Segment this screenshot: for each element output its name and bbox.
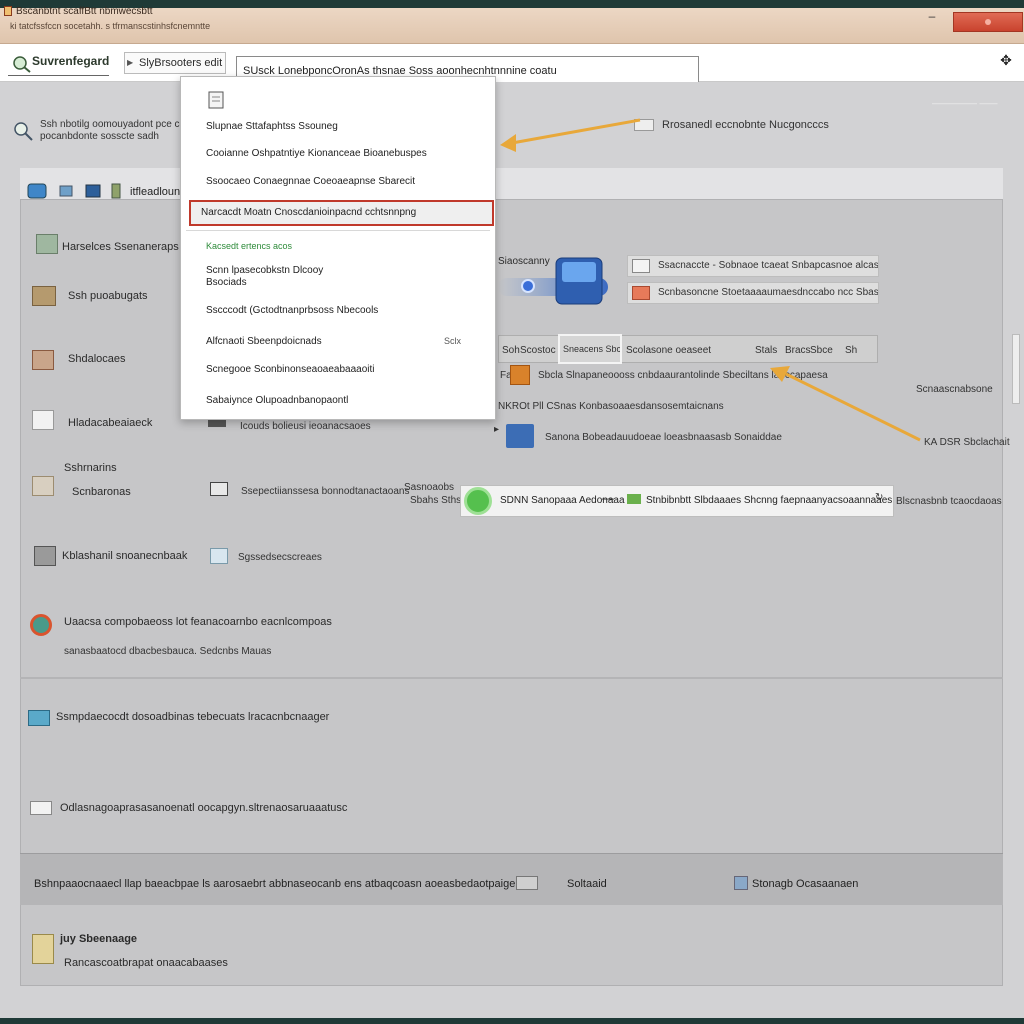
view-selector[interactable]: SlyBrsooters edit xyxy=(124,52,226,74)
chart-icon xyxy=(32,350,54,370)
left-item-4[interactable]: Hladacabeaiaeck xyxy=(68,417,152,429)
caret-right-icon: ▶ xyxy=(127,58,134,67)
right-label-1: Scnaascnabsone xyxy=(916,384,993,395)
window-title: Bscanbtnt scaffBtt nbmwecsbtt xyxy=(16,6,153,17)
image-small-icon xyxy=(210,548,228,564)
window-subtitle: ki tatcfssfccn socetahh. s tfrmanscstinh… xyxy=(10,21,211,31)
tab-4[interactable]: Scolasone oeaseet xyxy=(626,345,711,356)
left-item-2[interactable]: Ssh puoabugats xyxy=(68,290,148,302)
middle-item-2[interactable]: Ssepectiianssesa bonnodtanactaoans xyxy=(241,486,409,497)
package-icon xyxy=(510,365,530,385)
left-item-5[interactable]: Sshrnarins xyxy=(64,462,117,474)
bottom-card-subtitle: Rancascoatbrapat onaacabaases xyxy=(64,957,228,969)
close-icon xyxy=(985,19,991,25)
tab-8[interactable]: Sh xyxy=(845,345,857,356)
dropdown-item-selected[interactable]: Narcacdt Moatn Cnoscdanioinpacnd cchtsnn… xyxy=(189,200,494,226)
nkron-row-label[interactable]: NKROt Pll CSnas Konbasoaaesdansosemtaicn… xyxy=(498,401,724,412)
left-item-5-sub: Scnbaronas xyxy=(72,486,131,498)
faint-label: ————— —— xyxy=(932,98,998,108)
bullet-icon: ▸ xyxy=(494,424,500,435)
dropdown-item-2[interactable]: Cooianne Oshpatntiye Kionanceae Bioanebu… xyxy=(206,148,427,159)
view-selector-label: SlyBrsooters edit xyxy=(139,57,223,69)
annotation-box xyxy=(634,119,654,131)
refresh-icon[interactable]: ↻ xyxy=(875,492,883,503)
status-ring-icon xyxy=(464,487,492,515)
graphic-label: Siaoscanny xyxy=(498,256,550,267)
search-icon xyxy=(14,122,33,141)
left-item-9[interactable]: Odlasnagoaprasasanoenatl oocapgyn.sltren… xyxy=(60,802,347,814)
breadcrumb-icons xyxy=(27,183,121,199)
left-item-6[interactable]: Kblashanil snoanecnbaak xyxy=(62,550,187,562)
footer-mid-label[interactable]: Soltaaid xyxy=(567,878,607,890)
settings-icon xyxy=(36,234,58,254)
image-icon xyxy=(632,259,650,273)
dash-icon: — xyxy=(602,491,614,505)
tools-icon xyxy=(32,286,56,306)
dropdown-item-8[interactable]: Scnegooe Sconbinonseaoaeabaaaoiti xyxy=(206,364,374,375)
dropdown-item-5[interactable]: Scnn lpasecobkstn Dlcooy xyxy=(206,265,323,276)
section-divider xyxy=(20,677,1003,679)
green-bar-label-3: Blscnasbnb tcaocdaoas xyxy=(896,496,1002,507)
window-icon xyxy=(30,801,52,815)
green-bar-label-2: Stnbibnbtt Slbdaaaes Shcnng faepnaanyacs… xyxy=(646,495,893,506)
warning-icon xyxy=(632,286,650,300)
left-item-7-sub: sanasbaatocd dbacbesbauca. Sedcnbs Mauas xyxy=(64,646,272,657)
document-small-icon xyxy=(208,91,224,109)
left-item-1[interactable]: Harselces Ssenaneraps xyxy=(62,241,179,253)
dropdown-divider xyxy=(186,230,490,231)
dropdown-item-7-hint: Sclx xyxy=(444,336,462,346)
tab-7[interactable]: Sbce xyxy=(810,345,833,356)
home-button[interactable]: Suvrenfegard xyxy=(8,54,110,76)
card-2[interactable]: Scnbasoncne Stoetaaaaumaesdnccabo ncc Sb… xyxy=(627,282,879,304)
middle-item-1[interactable]: Icouds bolieusi ieoanacsaoes xyxy=(240,421,371,432)
bottom-card-title[interactable]: juy Sbeenaage xyxy=(60,933,137,945)
dropdown-item-1[interactable]: Slupnae Sttafaphtss Ssouneg xyxy=(206,121,338,132)
printer-icon xyxy=(34,546,56,566)
app-icon xyxy=(4,6,12,16)
scrollbar-thumb[interactable] xyxy=(1012,334,1020,404)
tab-6[interactable]: Bracs xyxy=(785,345,811,356)
dropdown-item-7[interactable]: Alfcnaoti Sbeenpdoicnads xyxy=(206,336,322,347)
tab-5[interactable]: Stals xyxy=(755,345,777,356)
storage-icon xyxy=(734,876,748,890)
dropdown-item-3[interactable]: Ssoocaeo Conaegnnae Coeoaeapnse Sbarecit xyxy=(206,176,415,187)
footer-window-icon[interactable] xyxy=(516,876,538,890)
app-square-icon xyxy=(506,424,534,448)
package-box-icon xyxy=(32,934,54,964)
globe-icon xyxy=(30,614,52,636)
right-label-2: KA DSR Sbclachait xyxy=(924,437,1010,448)
monitor-icon xyxy=(28,710,50,726)
pin-icon[interactable]: ✥ xyxy=(996,52,1016,68)
close-button[interactable] xyxy=(953,12,1023,32)
tab-3-selected[interactable]: Sneacens Sbc xyxy=(558,334,622,364)
folder-icon xyxy=(32,476,54,496)
footer-right-label[interactable]: Stonagb Ocasaanaen xyxy=(752,878,858,890)
green-chart-icon xyxy=(627,494,641,504)
tab-1[interactable]: Soh xyxy=(502,345,520,356)
dropdown-item-9[interactable]: Sabaiynce Olupoadnbanopaontl xyxy=(206,395,348,406)
blue-row-label[interactable]: Sanona Bobeadauudoeae loeasbnaasasb Sona… xyxy=(545,432,782,443)
left-item-7[interactable]: Uaacsa compobaeoss lot feanacoarnbo eacn… xyxy=(64,616,332,628)
annotation-label: Rrosanedl eccnobnte Nucgoncccs xyxy=(662,119,829,131)
info-line-2: pocanbdonte sosscte sadh xyxy=(40,131,159,142)
tab-2[interactable]: Scostoc xyxy=(520,345,556,356)
left-item-3[interactable]: Shdalocaes xyxy=(68,353,126,365)
minimize-button[interactable]: – xyxy=(920,10,944,24)
dropdown-item-5-sub: Bsociads xyxy=(206,277,247,288)
middle-item-3[interactable]: Sgssedsecscreaes xyxy=(238,552,322,563)
document-icon xyxy=(32,410,54,430)
info-line-1: Ssh nbotilg oomouyadont pce cdan xyxy=(40,119,197,130)
left-item-8[interactable]: Ssmpdaecocdt dosoadbinas tebecuats lraca… xyxy=(56,711,329,723)
printer-small-icon xyxy=(210,482,228,496)
dropdown-item-6[interactable]: Sscccodt (Gctodtnanprbsoss Nbecools xyxy=(206,305,378,316)
card-1[interactable]: Ssacnaccte - Sobnaoe tcaeat Snbapcasnoe … xyxy=(627,255,879,277)
dropdown-section-label: Kacsedt ertencs acos xyxy=(206,241,293,251)
orange-row-label[interactable]: Sbcla Slnapaneoooss cnbdaaurantolinde Sb… xyxy=(538,370,828,381)
middle-item-2-prefix: Sasnoaobs xyxy=(404,482,455,493)
footer-text: Bshnpaaocnaaecl llap baeacbpae ls aarosa… xyxy=(34,878,516,890)
